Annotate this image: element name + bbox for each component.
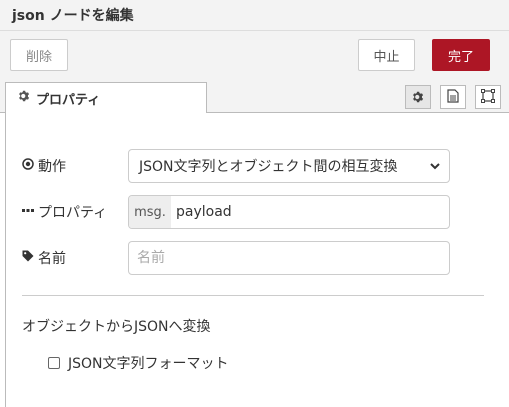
name-label: 名前: [22, 248, 66, 268]
ellipsis-icon: [22, 204, 34, 220]
pretty-json-checkbox[interactable]: [48, 357, 60, 369]
cancel-button[interactable]: 中止: [358, 39, 415, 71]
toolbar: 削除 中止 完了: [0, 31, 509, 79]
tab-properties-label: プロパティ: [36, 92, 101, 108]
property-label: プロパティ: [22, 202, 107, 222]
tray-header: json ノードを編集: [0, 0, 509, 31]
property-label-text: プロパティ: [38, 205, 108, 221]
tab-appearance[interactable]: [475, 85, 501, 109]
tabs-bar: プロパティ: [0, 79, 509, 113]
chevron-down-icon: [429, 160, 441, 176]
dot-circle-icon: [22, 158, 34, 174]
property-type-prefix[interactable]: msg.: [129, 196, 171, 228]
divider: [22, 295, 484, 296]
name-input[interactable]: [128, 241, 450, 275]
page-title: json ノードを編集: [12, 8, 134, 24]
done-button[interactable]: 完了: [432, 39, 490, 71]
document-icon: [447, 88, 459, 107]
action-label: 動作: [22, 156, 66, 176]
pretty-json-option: JSON文字列フォーマット: [48, 353, 229, 373]
action-label-text: 動作: [38, 159, 66, 175]
gear-icon: [18, 90, 30, 106]
tab-description[interactable]: [440, 85, 466, 109]
frame-icon: [481, 88, 495, 107]
property-value: payload: [176, 204, 232, 220]
delete-button[interactable]: 削除: [10, 39, 68, 71]
property-input[interactable]: msg. payload: [128, 195, 450, 229]
tag-icon: [22, 250, 34, 266]
gear-icon: [412, 88, 424, 107]
action-select[interactable]: JSON文字列とオブジェクト間の相互変換: [128, 149, 450, 183]
pretty-json-label: JSON文字列フォーマット: [68, 356, 229, 372]
section-title: オブジェクトからJSONへ変換: [22, 319, 211, 335]
action-select-value: JSON文字列とオブジェクト間の相互変換: [139, 159, 398, 175]
tab-settings[interactable]: [405, 85, 431, 109]
tab-properties[interactable]: プロパティ: [5, 82, 207, 113]
name-label-text: 名前: [38, 251, 66, 267]
